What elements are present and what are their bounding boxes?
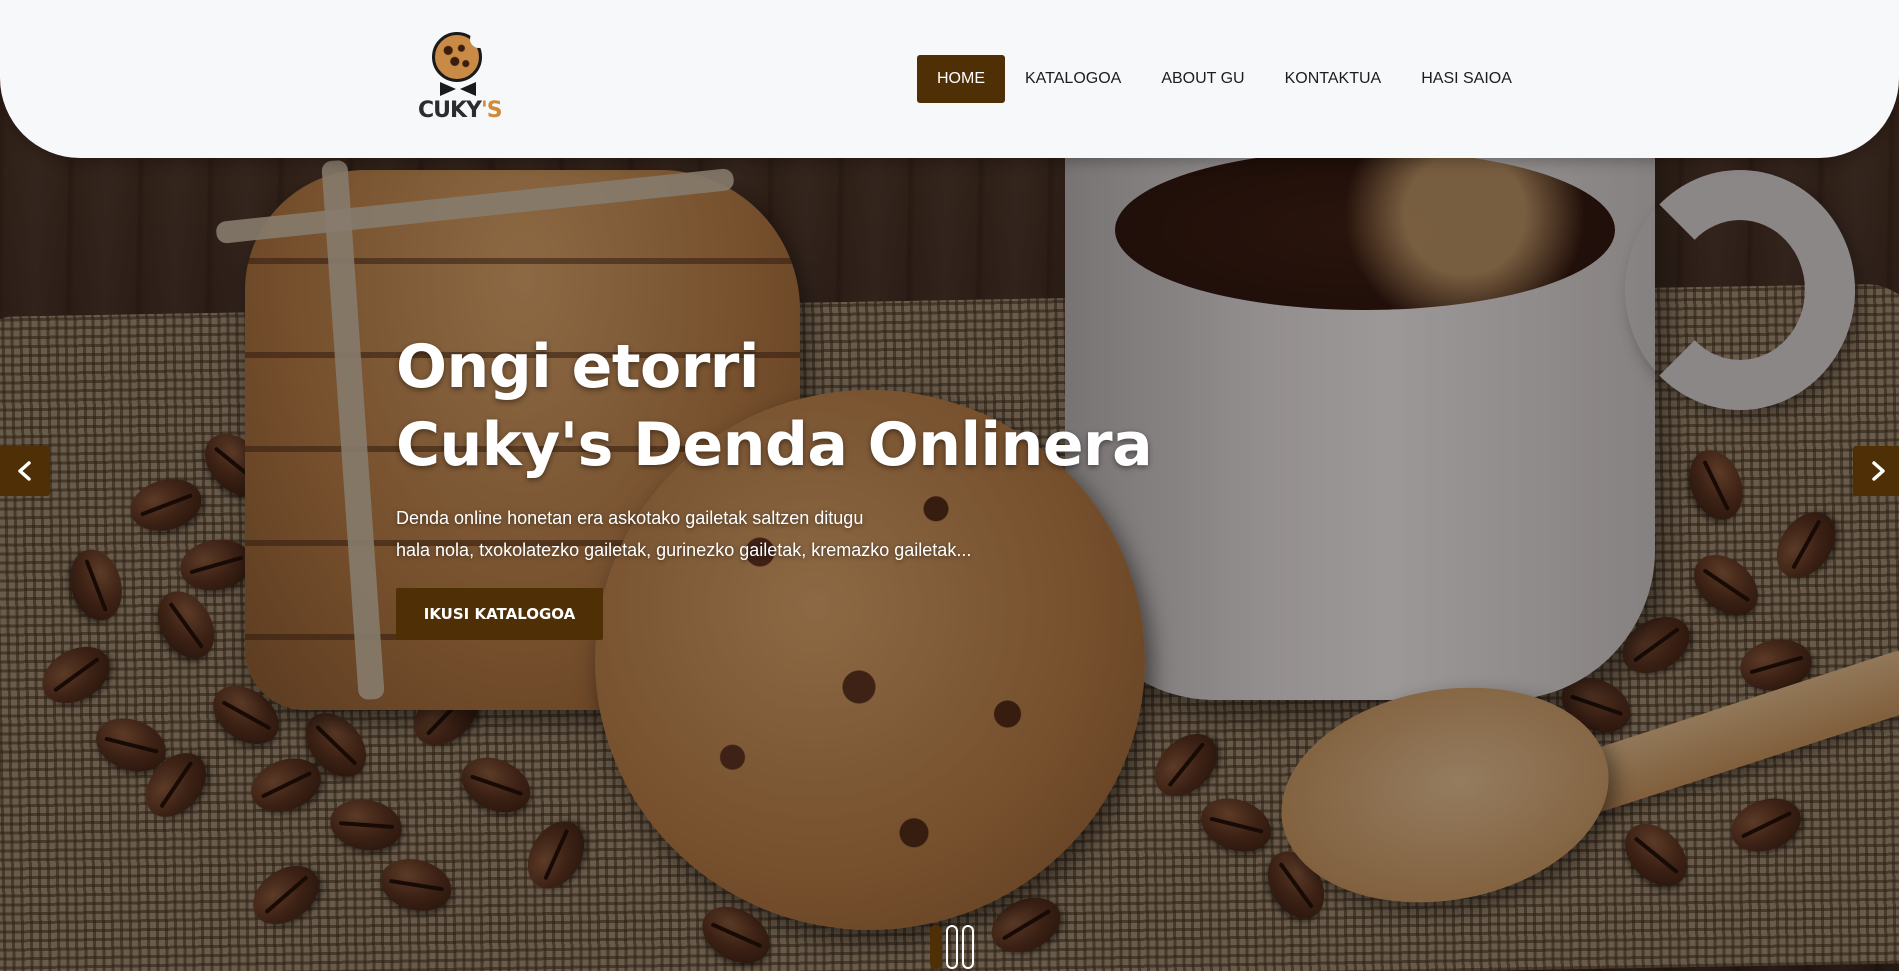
- bow-tie-icon: [440, 82, 476, 96]
- hero-title-line1: Ongi etorri: [396, 332, 759, 402]
- carousel-indicators: [930, 925, 974, 969]
- site-header: CUKY'S HOME KATALOGOA ABOUT GU KONTAKTUA…: [0, 0, 1899, 158]
- logo-wordmark: CUKY'S: [418, 98, 503, 123]
- hero-subtitle: Denda online honetan era askotako gailet…: [396, 502, 1152, 566]
- carousel-indicator-1[interactable]: [930, 925, 942, 969]
- chevron-left-icon: [18, 461, 31, 481]
- view-catalog-button[interactable]: IKUSI KATALOGOA: [396, 588, 603, 640]
- hero-subtitle-line2: hala nola, txokolatezko gailetak, gurine…: [396, 540, 972, 560]
- nav-hasi-saioa[interactable]: HASI SAIOA: [1401, 55, 1532, 103]
- carousel-indicator-2[interactable]: [946, 925, 958, 969]
- nav-katalogoa[interactable]: KATALOGOA: [1005, 55, 1141, 103]
- hero-title-line2: Cuky's Denda Onlinera: [396, 410, 1153, 480]
- logo-bite: [470, 30, 488, 48]
- nav-about-gu[interactable]: ABOUT GU: [1141, 55, 1264, 103]
- hero-subtitle-line1: Denda online honetan era askotako gailet…: [396, 508, 864, 528]
- main-nav: HOME KATALOGOA ABOUT GU KONTAKTUA HASI S…: [917, 55, 1532, 103]
- carousel-next-button[interactable]: [1853, 446, 1899, 496]
- brand-logo[interactable]: CUKY'S: [418, 28, 503, 128]
- nav-home[interactable]: HOME: [917, 55, 1005, 103]
- carousel-indicator-3[interactable]: [962, 925, 974, 969]
- chevron-right-icon: [1872, 461, 1885, 481]
- hero-title: Ongi etorri Cuky's Denda Onlinera: [396, 328, 1153, 484]
- nav-kontaktua[interactable]: KONTAKTUA: [1265, 55, 1402, 103]
- hero-content: Ongi etorri Cuky's Denda Onlinera Denda …: [396, 328, 1153, 640]
- carousel-prev-button[interactable]: [0, 446, 50, 496]
